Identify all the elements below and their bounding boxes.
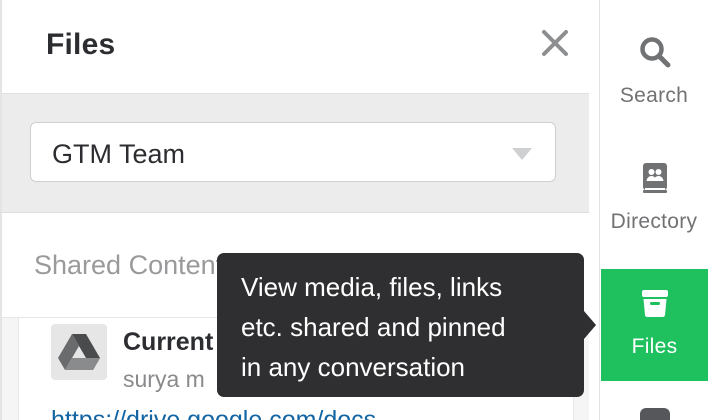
panel-title: Files — [46, 28, 116, 61]
rail-item-search[interactable]: Search — [600, 18, 708, 130]
files-tooltip: View media, files, links etc. shared and… — [217, 253, 584, 397]
section-label: Shared Content — [34, 250, 224, 280]
file-link[interactable]: https://drive.google.com/docs — [51, 406, 376, 420]
filter-bar: GTM Team — [2, 93, 589, 213]
google-drive-icon — [58, 334, 100, 370]
rail-item-label: Files — [631, 335, 678, 358]
right-rail: Search Directory Files — [600, 0, 708, 420]
chevron-down-icon — [511, 147, 533, 161]
rail-item-files[interactable]: Files — [601, 269, 708, 381]
close-button[interactable] — [538, 26, 572, 60]
channel-select-value: GTM Team — [52, 139, 186, 169]
close-icon — [542, 30, 568, 56]
tooltip-arrow — [584, 311, 596, 339]
rail-item-label: Directory — [610, 210, 698, 233]
rail-item-label: Search — [619, 84, 689, 107]
rail-item-directory[interactable]: Directory — [600, 144, 708, 256]
tooltip-line: in any conversation — [241, 352, 466, 382]
tooltip-line: View media, files, links — [241, 272, 503, 302]
tooltip-text: View media, files, links etc. shared and… — [241, 267, 571, 387]
tooltip-line: etc. shared and pinned — [241, 312, 506, 342]
channel-select[interactable]: GTM Team — [30, 122, 556, 182]
directory-icon — [639, 162, 671, 194]
file-thumbnail — [51, 324, 107, 380]
file-name: Current — [123, 328, 214, 356]
files-icon — [639, 287, 671, 319]
panel-header: Files — [2, 0, 589, 93]
search-icon — [639, 36, 671, 68]
rail-item-partial[interactable] — [640, 408, 670, 420]
file-meta: surya m — [123, 366, 205, 392]
